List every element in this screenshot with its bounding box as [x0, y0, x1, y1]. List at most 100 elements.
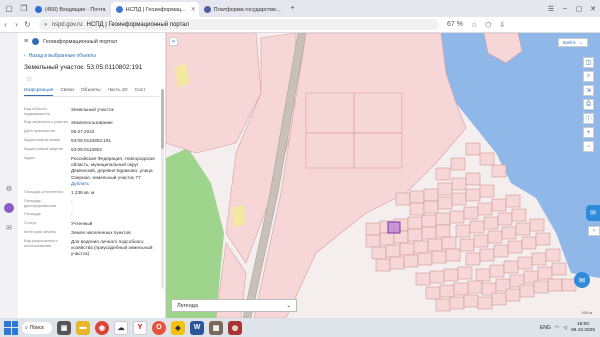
- photo-app-icon[interactable]: ▦: [209, 320, 223, 335]
- info-icon[interactable]: ⓘ: [583, 113, 594, 124]
- panel-scrollbar[interactable]: [161, 89, 164, 289]
- zoom-level[interactable]: 67 %: [447, 21, 463, 28]
- file-explorer-icon[interactable]: ▣: [57, 320, 71, 335]
- expand-arrow-icon[interactable]: ›: [588, 226, 600, 236]
- hamburger-menu-icon[interactable]: ≡: [24, 38, 28, 45]
- clock[interactable]: 15:00 06.10.2025: [571, 322, 595, 334]
- windows-taskbar: ⌕ Поиск ▣ ▬ ◉ ☁ Y O ◆ W ▦ ◍ ENG ◠ ◁ 15:0…: [0, 318, 600, 337]
- tab-mail[interactable]: (450) Входящие - Почта: [30, 2, 111, 17]
- tab-links[interactable]: Связи: [60, 86, 73, 95]
- favorite-star-icon[interactable]: ☆: [0, 73, 165, 85]
- taskbar-search[interactable]: ⌕ Поиск: [22, 321, 52, 334]
- close-tab-icon[interactable]: ✕: [191, 6, 196, 13]
- chrome-icon[interactable]: ◉: [95, 320, 109, 335]
- close-window-icon[interactable]: ✕: [586, 5, 600, 13]
- property-value: 06.07.2022: [71, 128, 95, 134]
- property-row: Дата присвоения 06.07.2022: [24, 128, 160, 135]
- property-label: Площадь уточненная: [24, 188, 63, 194]
- selected-parcel[interactable]: [387, 221, 401, 234]
- parcel-title: Земельный участок: 53:05:0110802:191: [24, 63, 143, 71]
- bookmark-star-icon[interactable]: ☆: [471, 21, 477, 29]
- taskbar-search-label: Поиск: [29, 324, 44, 331]
- messenger-icon[interactable]: ◆: [171, 320, 185, 335]
- app-icon[interactable]: ◍: [228, 320, 242, 335]
- property-row: Площадь декларированная -: [24, 198, 160, 209]
- collapse-panel-button[interactable]: «: [169, 37, 178, 46]
- minimize-icon[interactable]: –: [558, 5, 572, 12]
- tab-bar: ▢ ❐ (450) Входящие - Почта НСПД | Геоинф…: [0, 0, 600, 17]
- lock-icon: ●: [44, 21, 48, 28]
- tab-nspd[interactable]: НСПД | Геоинформац... ✕: [110, 2, 199, 17]
- browser-menu-icon[interactable]: ▢: [3, 3, 15, 15]
- map-canvas[interactable]: [166, 33, 600, 318]
- chat-side-tab-icon[interactable]: ✉: [586, 205, 600, 221]
- notifications-icon[interactable]: ✉: [4, 222, 15, 233]
- yandex-browser-icon[interactable]: Y: [133, 320, 147, 335]
- property-row: Адрес Российская Федерация, Новгородская …: [24, 155, 160, 187]
- login-button[interactable]: Войти →: [557, 38, 588, 47]
- back-to-selected-link[interactable]: ‹ Назад в выбранные объекты: [0, 50, 165, 61]
- bookmarks-icon[interactable]: ☰: [544, 5, 558, 13]
- reload-icon[interactable]: ↻: [22, 20, 33, 29]
- yandex-disk-icon[interactable]: ☁: [114, 320, 128, 335]
- property-value: Российская Федерация, Новгородская облас…: [71, 156, 160, 187]
- tab-parcel-part[interactable]: Часть ЗУ: [108, 86, 128, 95]
- url-field[interactable]: ● nspd.gov.ru НСПД | Геоинформационный п…: [39, 19, 439, 30]
- property-label: Площадь: [24, 210, 41, 216]
- property-label: Вид объекта недвижимости: [24, 106, 51, 116]
- tab-composition[interactable]: Сост: [135, 86, 146, 95]
- maximize-icon[interactable]: ▢: [572, 5, 586, 13]
- property-value: Земельный участок: [71, 107, 114, 112]
- property-label: Вид разрешенного использования: [24, 237, 58, 248]
- tabs-overview-icon[interactable]: ❐: [18, 3, 30, 15]
- nspd-favicon-icon: [115, 6, 123, 13]
- cadastral-map[interactable]: « Войти → ◫ ⌕ ⇲ ⎙ ⓘ + − ✉ › ✉ Легенда ⌄ …: [166, 33, 600, 318]
- zoom-out-icon[interactable]: −: [583, 141, 594, 152]
- opera-icon[interactable]: O: [152, 320, 166, 335]
- property-label: Кадастровый квартал: [24, 146, 64, 152]
- folder-icon[interactable]: ▬: [76, 320, 90, 335]
- back-icon[interactable]: ‹: [0, 20, 11, 29]
- avatar[interactable]: [4, 203, 14, 213]
- measure-icon[interactable]: ⇲: [583, 85, 594, 96]
- property-label: Вид земельного участка: [24, 118, 68, 124]
- tab-objects[interactable]: Объекты: [81, 86, 101, 95]
- downloads-icon[interactable]: ⇩: [499, 21, 505, 29]
- wifi-icon[interactable]: ◠: [555, 325, 559, 331]
- property-row: Статус Учтенный: [24, 219, 160, 227]
- system-tray: ENG ◠ ◁ 15:00 06.10.2025: [540, 322, 595, 334]
- start-button-icon[interactable]: [4, 320, 18, 335]
- word-icon[interactable]: W: [190, 320, 204, 335]
- legend-dropdown[interactable]: Легенда ⌄: [171, 299, 297, 312]
- print-icon[interactable]: ⎙: [583, 99, 594, 110]
- tab-info[interactable]: Информация: [24, 86, 54, 96]
- tab-platform[interactable]: Платформа государстве...: [199, 2, 286, 17]
- layers-icon[interactable]: ◫: [583, 57, 594, 68]
- property-label: Категория земель: [24, 228, 57, 234]
- tab-label: Платформа государстве...: [213, 6, 281, 13]
- property-row: Категория земель Земли населенных пунктов: [24, 228, 160, 236]
- new-tab-icon[interactable]: +: [286, 5, 300, 12]
- chevron-left-icon: ‹: [24, 52, 26, 59]
- property-value: Учтенный: [71, 220, 93, 226]
- property-label: Адрес: [24, 155, 36, 161]
- tab-label: (450) Входящие - Почта: [45, 6, 106, 13]
- tab-label: НСПД | Геоинформац...: [125, 6, 186, 13]
- scrollbar-thumb[interactable]: [161, 89, 164, 149]
- language-indicator[interactable]: ENG: [540, 325, 551, 331]
- extensions-icon[interactable]: ⬡: [485, 21, 491, 29]
- search-icon[interactable]: ⌕: [583, 71, 594, 82]
- address-copy-link[interactable]: Дублить: [71, 181, 160, 187]
- property-label: Статус: [24, 219, 37, 225]
- property-value: 1 238 кв. м: [71, 189, 95, 195]
- scale-bar: 100 м: [581, 310, 592, 315]
- back-link-label: Назад в выбранные объекты: [28, 52, 96, 59]
- zoom-in-icon[interactable]: +: [583, 127, 594, 138]
- app-title: Геоинформационный портал: [43, 38, 118, 45]
- volume-icon[interactable]: ◁: [563, 325, 567, 331]
- forward-icon[interactable]: ›: [11, 20, 22, 29]
- map-toolbar: ◫ ⌕ ⇲ ⎙ ⓘ + −: [583, 57, 595, 152]
- settings-icon[interactable]: ⚙: [4, 183, 15, 194]
- property-row: Площадь -: [24, 210, 160, 218]
- chat-button-icon[interactable]: ✉: [574, 272, 590, 288]
